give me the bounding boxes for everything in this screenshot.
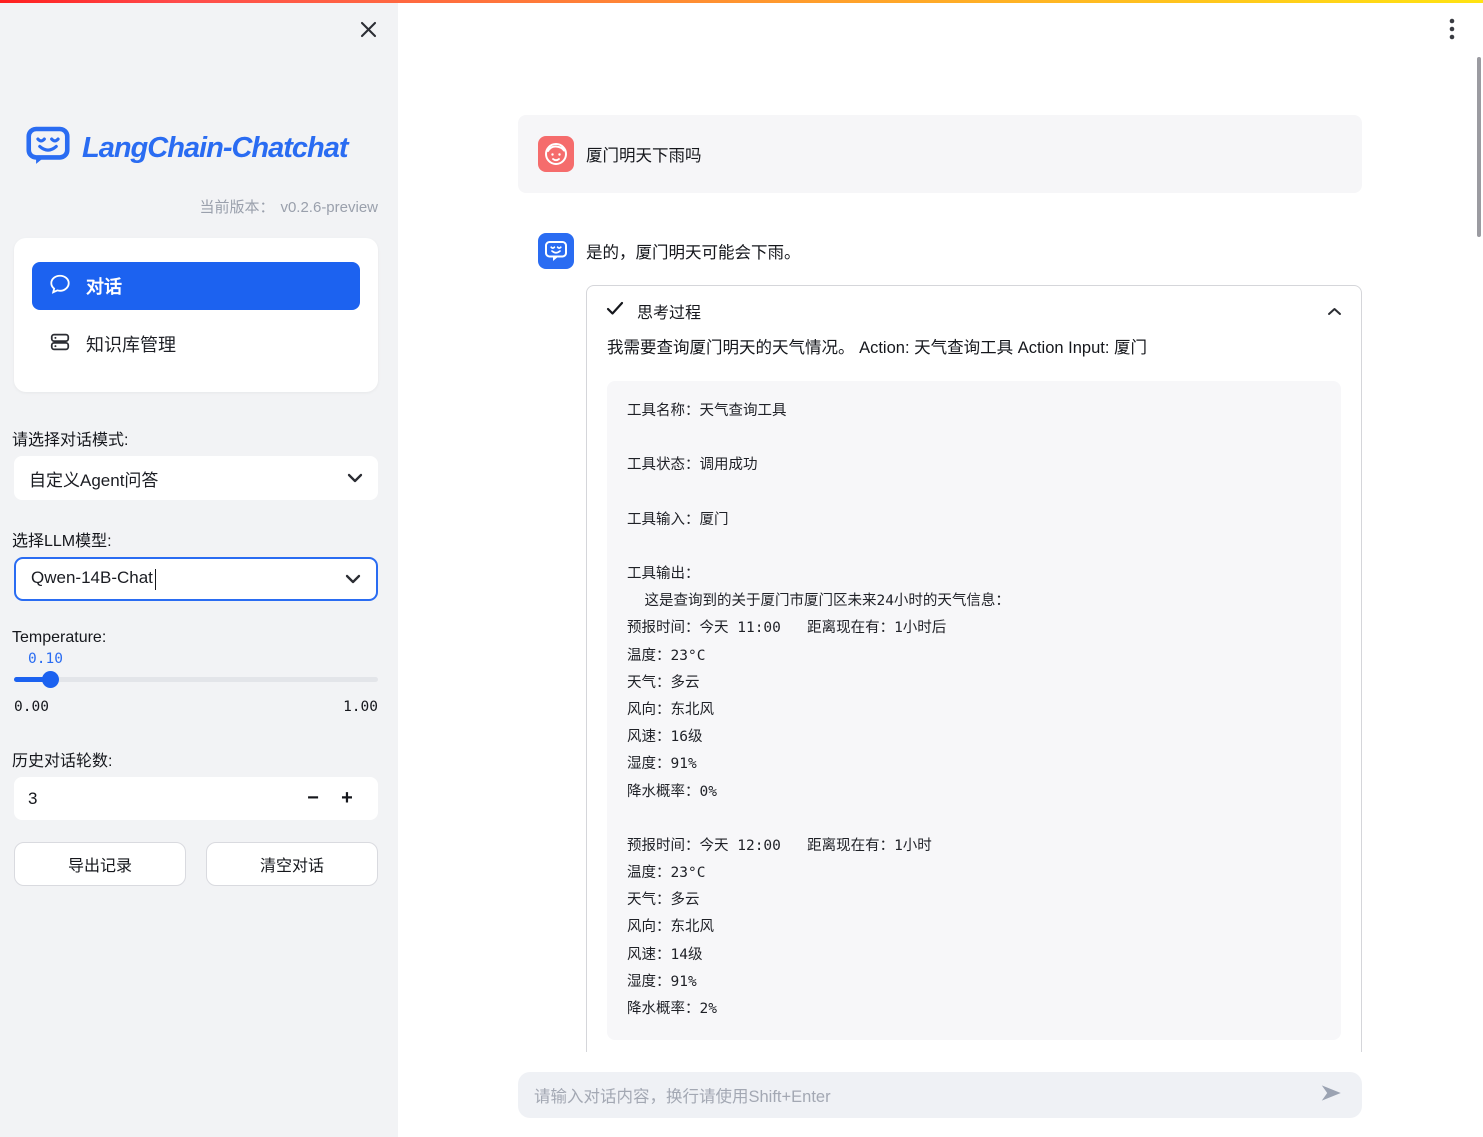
tool-output-code-block: 工具名称：天气查询工具 工具状态：调用成功 工具输入：厦门 工具输出： 这是查询… [607,381,1341,1040]
increment-button[interactable]: + [330,777,364,820]
sidebar-item-knowledge-base[interactable]: 知识库管理 [32,323,360,365]
text-cursor [155,569,156,590]
dialog-mode-select[interactable]: 自定义Agent问答 [14,456,378,500]
chat-input[interactable]: 请输入对话内容，换行请使用Shift+Enter [518,1072,1362,1118]
assistant-message-text: 是的，厦门明天可能会下雨。 [586,239,801,263]
history-rounds-value[interactable]: 3 [28,789,296,809]
app-logo: LangChain-Chatchat [26,126,348,170]
app-window: LangChain-Chatchat 当前版本：v0.2.6-preview 对… [0,0,1483,1137]
app-title: LangChain-Chatchat [82,132,348,165]
nav-card: 对话 知识库管理 [14,238,378,392]
slider-thumb[interactable] [42,671,59,688]
dialog-mode-value: 自定义Agent问答 [29,466,158,491]
send-icon [1318,1080,1344,1111]
knowledge-base-icon [49,331,71,358]
export-records-button[interactable]: 导出记录 [14,842,186,886]
chat-input-placeholder: 请输入对话内容，换行请使用Shift+Enter [534,1083,1316,1107]
assistant-message-row: 是的，厦门明天可能会下雨。 [518,233,1362,269]
dialog-mode-label: 请选择对话模式: [12,426,128,450]
user-message-row: 厦门明天下雨吗 [518,115,1362,193]
chat-smiley-logo-icon [26,126,70,170]
history-rounds-label: 历史对话轮数: [12,747,112,771]
temperature-slider[interactable] [14,677,378,682]
llm-model-label: 选择LLM模型: [12,527,112,551]
temperature-label: Temperature: [12,629,106,647]
chat-input-area: 请输入对话内容，换行请使用Shift+Enter [398,1052,1483,1137]
clear-dialogue-button[interactable]: 清空对话 [206,842,378,886]
close-icon [359,20,378,44]
llm-model-value: Qwen-14B-Chat [31,568,156,589]
chevron-up-icon [1327,307,1342,316]
main-area: 厦门明天下雨吗 是的，厦门明天可能会下雨。 [398,0,1483,1137]
expander-header[interactable]: 思考过程 [587,286,1361,336]
status-decoration-bar [0,0,1483,3]
temperature-value: 0.10 [28,651,63,667]
sidebar-item-label: 知识库管理 [86,331,176,357]
thinking-summary-text: 我需要查询厦门明天的天气情况。 Action: 天气查询工具 Action In… [587,336,1361,381]
llm-model-select[interactable]: Qwen-14B-Chat [14,557,378,601]
sidebar: LangChain-Chatchat 当前版本：v0.2.6-preview 对… [0,0,398,1137]
slider-max-label: 1.00 [343,699,378,715]
send-button[interactable] [1316,1080,1346,1110]
expander-title: 思考过程 [637,299,701,323]
chevron-down-icon [347,468,363,488]
sidebar-item-dialogue[interactable]: 对话 [32,262,360,310]
version-text: 当前版本：v0.2.6-preview [199,196,378,217]
assistant-avatar [538,233,574,269]
user-avatar [538,136,574,172]
check-icon [606,301,624,321]
main-menu-button[interactable] [1439,18,1465,44]
user-message-text: 厦门明天下雨吗 [586,142,702,166]
sidebar-item-label: 对话 [86,273,122,299]
chat-bubble-icon [49,273,71,300]
slider-min-label: 0.00 [14,699,49,715]
decrement-button[interactable]: − [296,777,330,820]
thinking-process-expander: 思考过程 我需要查询厦门明天的天气情况。 Action: 天气查询工具 Acti… [586,285,1362,1056]
vertical-scrollbar-thumb[interactable] [1477,57,1481,237]
kebab-menu-icon [1449,18,1455,45]
chat-message-list: 厦门明天下雨吗 是的，厦门明天可能会下雨。 [518,0,1362,1056]
history-rounds-stepper: 3 − + [14,777,378,820]
chevron-down-icon [345,569,361,589]
sidebar-close-button[interactable] [354,18,382,46]
